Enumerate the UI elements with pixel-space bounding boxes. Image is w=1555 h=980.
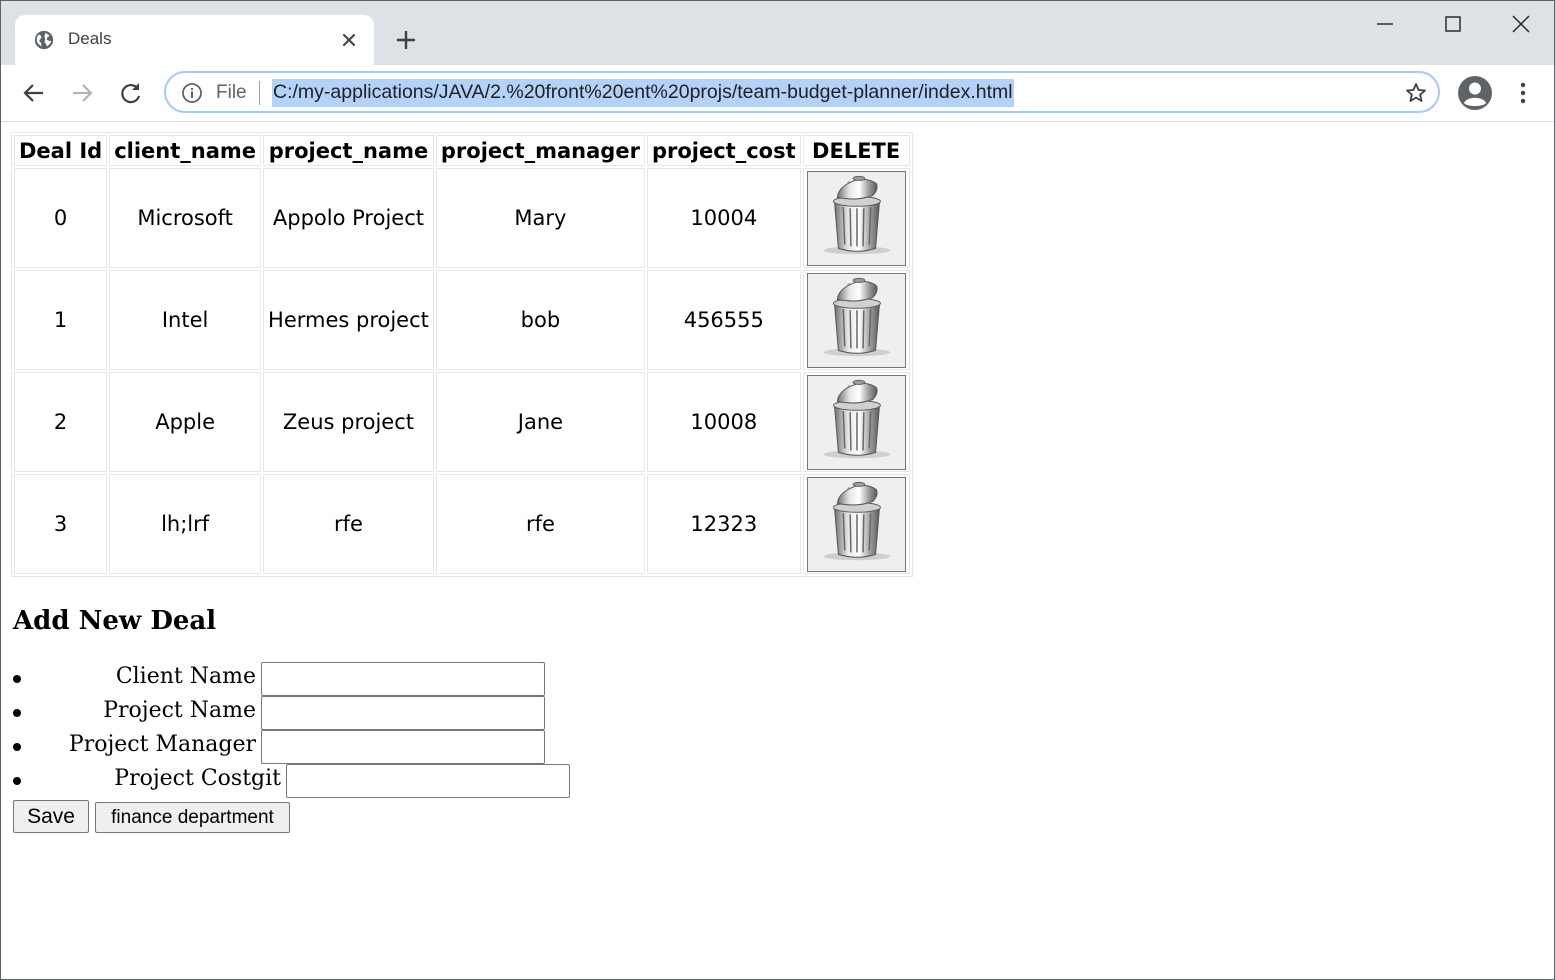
save-button[interactable]: Save xyxy=(13,800,89,833)
account-icon[interactable] xyxy=(1457,75,1493,111)
kebab-menu-icon[interactable] xyxy=(1512,81,1534,105)
project-cost-input[interactable] xyxy=(286,764,570,798)
cell-project-manager: Mary xyxy=(435,168,645,268)
cell-deal-id: 3 xyxy=(14,474,108,574)
cell-delete xyxy=(802,474,910,574)
cell-project-name: Hermes project xyxy=(263,270,434,370)
cell-project-cost: 10004 xyxy=(646,168,801,268)
add-deal-form: Client Name Project Name Project Manager… xyxy=(13,662,913,798)
trash-can-icon xyxy=(823,379,890,458)
table-row: 2 Apple Zeus project Jane 10008 xyxy=(14,372,910,472)
header-client-name: client_name xyxy=(109,135,262,166)
list-bullet xyxy=(13,743,21,751)
cell-project-name: rfe xyxy=(263,474,434,574)
trash-can-icon xyxy=(823,481,890,560)
header-deal-id: Deal Id xyxy=(14,135,108,166)
table-row: 0 Microsoft Appolo Project Mary 10004 xyxy=(14,168,910,268)
list-bullet xyxy=(13,777,21,785)
minimize-icon[interactable] xyxy=(1374,13,1396,35)
form-buttons: Save finance department xyxy=(13,798,913,834)
project-name-label: Project Name xyxy=(103,698,256,723)
info-icon[interactable] xyxy=(181,82,203,104)
client-name-label: Client Name xyxy=(115,664,256,689)
cell-project-manager: Jane xyxy=(435,372,645,472)
project-name-input[interactable] xyxy=(261,696,545,730)
list-bullet xyxy=(13,675,21,683)
reload-icon[interactable] xyxy=(118,80,144,106)
header-project-manager: project_manager xyxy=(435,135,645,166)
form-row-project-cost: Project Costgit xyxy=(13,764,913,798)
form-row-project-manager: Project Manager xyxy=(13,730,913,764)
tab-strip: Deals xyxy=(1,1,1554,65)
trash-can-icon xyxy=(823,277,890,356)
cell-delete xyxy=(802,168,910,268)
header-delete: DELETE xyxy=(802,135,910,166)
form-row-project-name: Project Name xyxy=(13,696,913,730)
delete-deal-button[interactable] xyxy=(806,476,906,572)
cell-deal-id: 1 xyxy=(14,270,108,370)
project-manager-label: Project Manager xyxy=(68,732,256,757)
header-project-name: project_name xyxy=(263,135,434,166)
cell-delete xyxy=(802,372,910,472)
cell-project-name: Appolo Project xyxy=(263,168,434,268)
browser-tab-deals[interactable]: Deals xyxy=(15,15,374,65)
cell-project-name: Zeus project xyxy=(263,372,434,472)
form-row-client-name: Client Name xyxy=(13,662,913,696)
cell-client-name: lh;lrf xyxy=(109,474,262,574)
table-header-row: Deal Id client_name project_name project… xyxy=(14,135,910,166)
close-window-icon[interactable] xyxy=(1510,13,1532,35)
arrow-right-icon[interactable] xyxy=(69,80,95,106)
address-bar[interactable]: File C:/my-applications/JAVA/2.%20front%… xyxy=(164,71,1440,113)
cell-deal-id: 0 xyxy=(14,168,108,268)
add-deal-heading: Add New Deal xyxy=(13,606,217,636)
star-icon[interactable] xyxy=(1404,81,1428,105)
maximize-icon[interactable] xyxy=(1442,13,1464,35)
cell-deal-id: 2 xyxy=(14,372,108,472)
delete-deal-button[interactable] xyxy=(806,170,906,266)
cell-client-name: Apple xyxy=(109,372,262,472)
cell-project-cost: 10008 xyxy=(646,372,801,472)
close-icon[interactable] xyxy=(340,31,358,49)
table-row: 3 lh;lrf rfe rfe 12323 xyxy=(14,474,910,574)
globe-icon xyxy=(34,30,54,50)
client-name-input[interactable] xyxy=(261,662,545,696)
arrow-left-icon[interactable] xyxy=(21,80,47,106)
deals-table: Deal Id client_name project_name project… xyxy=(11,132,913,577)
cell-client-name: Intel xyxy=(109,270,262,370)
file-scheme-label: File xyxy=(216,82,247,103)
project-manager-input[interactable] xyxy=(261,730,545,764)
page-content: Deal Id client_name project_name project… xyxy=(11,132,913,834)
cell-project-manager: bob xyxy=(435,270,645,370)
cell-project-cost: 12323 xyxy=(646,474,801,574)
finance-department-button[interactable]: finance department xyxy=(95,802,290,833)
cell-project-manager: rfe xyxy=(435,474,645,574)
cell-client-name: Microsoft xyxy=(109,168,262,268)
list-bullet xyxy=(13,709,21,717)
header-project-cost: project_cost xyxy=(646,135,801,166)
project-cost-label: Project Costgit xyxy=(114,766,281,791)
tab-title: Deals xyxy=(68,29,112,48)
browser-toolbar: File C:/my-applications/JAVA/2.%20front%… xyxy=(1,65,1554,122)
delete-deal-button[interactable] xyxy=(806,374,906,470)
omnibox-separator xyxy=(259,81,260,105)
url-text[interactable]: C:/my-applications/JAVA/2.%20front%20ent… xyxy=(272,79,1014,107)
delete-deal-button[interactable] xyxy=(806,272,906,368)
cell-delete xyxy=(802,270,910,370)
table-row: 1 Intel Hermes project bob 456555 xyxy=(14,270,910,370)
cell-project-cost: 456555 xyxy=(646,270,801,370)
plus-icon[interactable] xyxy=(395,29,417,51)
trash-can-icon xyxy=(823,175,890,254)
